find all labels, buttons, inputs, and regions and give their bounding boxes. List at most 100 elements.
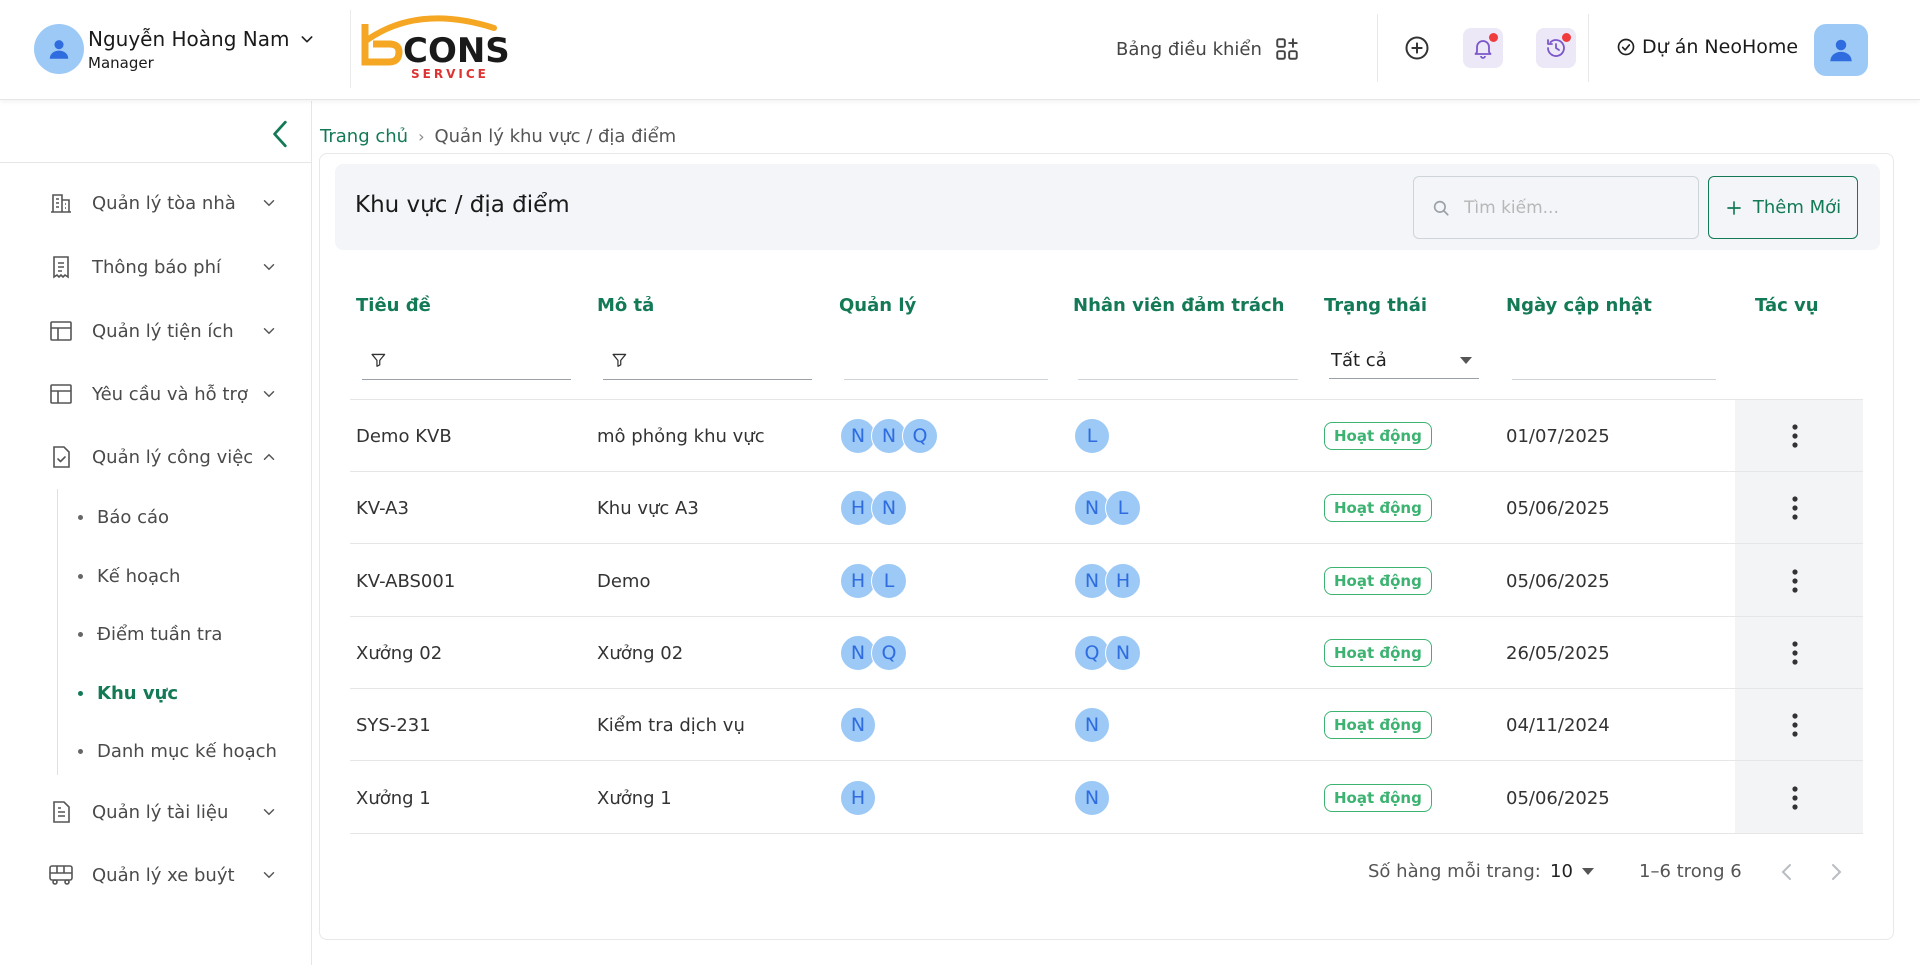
avatar[interactable]: L xyxy=(1105,490,1141,526)
managers-filter[interactable] xyxy=(844,340,1048,380)
sidebar-subitem-areas[interactable]: Khu vực xyxy=(78,677,178,709)
date-filter-input[interactable] xyxy=(1512,350,1716,369)
sidebar-item-utilities[interactable]: Quản lý tiện ích xyxy=(48,311,278,351)
avatar[interactable]: N xyxy=(871,490,907,526)
table-row[interactable]: KV-ABS001 Demo H L N H Hoạt động 05/06/2025 xyxy=(350,545,1863,617)
cell-updated-date: 26/05/2025 xyxy=(1506,642,1610,664)
cell-managers: H xyxy=(840,762,876,834)
managers-filter-input[interactable] xyxy=(844,350,1048,369)
plus-icon xyxy=(1727,200,1741,215)
breadcrumb-separator: › xyxy=(418,127,425,146)
avatar[interactable]: H xyxy=(1105,563,1141,599)
sidebar-item-label: Quản lý công việc xyxy=(92,446,254,468)
sidebar-subitem-plan-catalog[interactable]: Danh mục kế hoạch xyxy=(78,735,277,767)
avatar[interactable]: L xyxy=(1074,418,1110,454)
row-actions-button[interactable] xyxy=(1765,472,1825,544)
column-header-actions: Tác vụ xyxy=(1755,295,1819,316)
sidebar-subitem-label: Danh mục kế hoạch xyxy=(97,740,277,762)
filter-icon xyxy=(371,353,386,367)
column-header-staff[interactable]: Nhân viên đảm trách xyxy=(1073,295,1284,316)
search-input[interactable] xyxy=(1413,176,1699,239)
table-row[interactable]: SYS-231 Kiểm tra dịch vụ N N Hoạt động 04/11/… xyxy=(350,689,1863,761)
column-header-status[interactable]: Trạng thái xyxy=(1324,295,1427,316)
notification-button[interactable] xyxy=(1463,28,1503,68)
search-field[interactable] xyxy=(1464,197,1684,218)
table-row[interactable]: Xưởng 1 Xưởng 1 H N Hoạt động 05/06/2025 xyxy=(350,762,1863,834)
rows-per-page-select[interactable]: 10 xyxy=(1550,858,1595,884)
cell-updated-date: 05/06/2025 xyxy=(1506,497,1610,519)
add-circle-icon[interactable] xyxy=(1397,28,1437,68)
add-new-button[interactable]: Thêm Mới xyxy=(1708,176,1858,239)
row-actions-button[interactable] xyxy=(1765,762,1825,834)
row-actions-button[interactable] xyxy=(1765,545,1825,617)
sidebar-subitem-patrol-points[interactable]: Điểm tuần tra xyxy=(78,618,222,650)
chevron-right-icon xyxy=(1832,864,1842,880)
sidebar-item-work[interactable]: Quản lý công việc xyxy=(48,437,278,477)
chevron-up-icon xyxy=(263,453,275,460)
column-header-description[interactable]: Mô tả xyxy=(597,295,654,316)
sidebar-item-fee-notice[interactable]: Thông báo phí xyxy=(48,247,278,287)
cell-managers-avatars: H xyxy=(840,780,876,816)
table-row[interactable]: Demo KVB mô phỏng khu vực N N Q L Hoạt động 01/… xyxy=(350,400,1863,472)
status-badge: Hoạt động xyxy=(1324,639,1432,667)
avatar[interactable]: N xyxy=(1074,780,1110,816)
next-page-button[interactable] xyxy=(1821,858,1851,886)
column-header-updated-date[interactable]: Ngày cập nhật xyxy=(1506,295,1652,316)
sidebar-subitem-reports[interactable]: Báo cáo xyxy=(78,501,169,533)
cell-title: KV-ABS001 xyxy=(356,570,456,592)
check-circle-icon xyxy=(1617,38,1635,56)
collapse-sidebar-button[interactable] xyxy=(268,119,294,149)
cell-status: Hoạt động xyxy=(1324,617,1432,689)
staff-filter-input[interactable] xyxy=(1078,350,1298,369)
row-actions-button[interactable] xyxy=(1765,617,1825,689)
user-menu[interactable]: Nguyễn Hoàng Nam Manager xyxy=(34,24,315,74)
breadcrumb-home[interactable]: Trang chủ xyxy=(320,126,408,147)
sidebar-item-documents[interactable]: Quản lý tài liệu xyxy=(48,792,278,832)
company-logo[interactable]: CONS SERVICE xyxy=(350,10,510,88)
avatar[interactable]: L xyxy=(871,563,907,599)
notification-dot xyxy=(1489,33,1498,42)
title-filter-input[interactable] xyxy=(396,350,571,369)
cell-description: Xưởng 02 xyxy=(597,642,684,664)
header-divider xyxy=(1588,14,1589,82)
avatar[interactable]: Q xyxy=(871,635,907,671)
sidebar-item-buildings[interactable]: Quản lý tòa nhà xyxy=(48,183,278,223)
document-icon xyxy=(48,799,74,825)
row-actions-button[interactable] xyxy=(1765,400,1825,472)
avatar[interactable]: N xyxy=(1074,707,1110,743)
row-actions-button[interactable] xyxy=(1765,689,1825,761)
status-filter-select[interactable]: Tất cả xyxy=(1329,342,1479,379)
cell-managers: HN xyxy=(840,472,907,544)
column-header-managers[interactable]: Quản lý xyxy=(839,295,916,316)
chevron-down-icon xyxy=(263,328,275,335)
cell-staff: N xyxy=(1074,762,1110,834)
task-check-icon xyxy=(48,444,74,470)
avatar[interactable]: N xyxy=(840,707,876,743)
sidebar-item-requests[interactable]: Yêu cầu và hỗ trợ xyxy=(48,374,278,414)
previous-page-button[interactable] xyxy=(1772,858,1802,886)
staff-filter[interactable] xyxy=(1078,340,1298,380)
avatar[interactable]: H xyxy=(840,780,876,816)
sidebar-collapse-row xyxy=(0,101,311,163)
description-filter-input[interactable] xyxy=(637,350,812,369)
table-row[interactable]: Xưởng 02 Xưởng 02 N Q Q N Hoạt động 26/05/2025 xyxy=(350,617,1863,689)
caret-down-icon xyxy=(1581,868,1594,875)
date-filter[interactable] xyxy=(1512,340,1716,380)
sidebar-item-bus[interactable]: Quản lý xe buýt xyxy=(48,855,278,895)
project-selector[interactable]: Dự án NeoHome xyxy=(1616,36,1798,58)
sidebar-item-label: Thông báo phí xyxy=(92,256,221,278)
profile-avatar-icon[interactable] xyxy=(1814,24,1868,76)
avatar[interactable]: Q xyxy=(902,418,938,454)
history-button[interactable] xyxy=(1536,28,1576,68)
dashboard-link[interactable]: Bảng điều khiển xyxy=(1116,36,1300,62)
title-filter[interactable] xyxy=(362,340,571,380)
column-header-title[interactable]: Tiêu đề xyxy=(356,295,431,316)
sidebar-subitem-plans[interactable]: Kế hoạch xyxy=(78,560,180,592)
top-header: Nguyễn Hoàng Nam Manager CONS SERVICE Bả… xyxy=(0,0,1920,100)
table-row[interactable]: KV-A3 Khu vực A3 H N N L Hoạt động 05/06/2025 xyxy=(350,472,1863,544)
description-filter[interactable] xyxy=(603,340,812,380)
filter-icon xyxy=(612,353,627,367)
cell-status: Hoạt động xyxy=(1324,400,1432,472)
status-badge: Hoạt động xyxy=(1324,422,1432,450)
avatar[interactable]: N xyxy=(1105,635,1141,671)
